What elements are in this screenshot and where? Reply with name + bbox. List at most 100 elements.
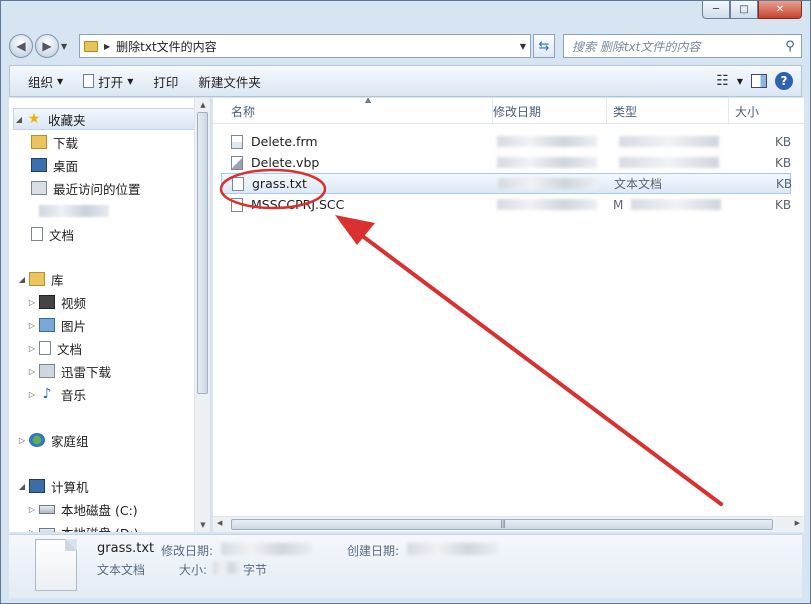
scroll-down-icon[interactable]: ▼ [195,521,210,529]
scroll-up-icon[interactable]: ▲ [195,101,210,109]
file-row-selected[interactable]: grass.txt 文本文档 KB [221,173,792,194]
search-icon[interactable]: ⚲ [779,39,801,54]
column-name-label: 名称 [231,104,256,119]
explorer-window: ─ □ ✕ ◀ ▶ ▼ ▶ 删除txt文件的内容 ▼ ⇆ 搜索 删除txt文件的… [0,0,811,604]
refresh-button[interactable]: ⇆ [533,34,555,58]
column-type[interactable]: 类型 [607,98,729,124]
column-name[interactable]: 名称 ▲ [225,98,493,124]
file-row[interactable]: MSSCCPRJ.SCC M KB [221,194,791,215]
details-size-unit: 字节 [243,563,268,577]
maximize-button[interactable]: □ [730,1,758,19]
open-button[interactable]: 打开 ▼ [73,72,143,91]
desktop-icon [31,158,47,172]
file-name: MSSCCPRJ.SCC [251,197,345,212]
navigation-scrollbar[interactable]: ▲ ▼ [194,98,210,532]
address-bar[interactable]: ▶ 删除txt文件的内容 ▼ [79,34,531,58]
organize-button[interactable]: 组织 ▼ [18,72,73,91]
details-file-type: 文本文档 [97,563,146,577]
horizontal-scrollbar[interactable]: ◀ ||| ▶ [213,516,804,532]
text-file-icon [232,176,244,191]
details-modified-label: 修改日期: [161,544,214,558]
organize-label: 组织 [28,74,54,90]
column-modified[interactable]: 修改日期 [487,98,607,124]
nav-desktop-label: 桌面 [53,158,79,174]
nav-documents[interactable]: ▷ 文档 [27,337,82,359]
expand-arrow-icon[interactable]: ▷ [27,344,37,353]
scrollbar-thumb[interactable] [197,112,208,394]
nav-computer[interactable]: ◢ 计算机 [17,475,89,497]
print-button[interactable]: 打印 [143,72,188,91]
scroll-right-icon[interactable]: ▶ [795,519,800,527]
column-modified-label: 修改日期 [493,104,542,119]
scroll-left-icon[interactable]: ◀ [217,519,222,527]
preview-pane-icon[interactable] [751,74,767,88]
forward-arrow-icon: ▶ [42,39,52,53]
nav-music-label: 音乐 [61,387,87,403]
collapse-arrow-icon[interactable]: ◢ [17,482,27,491]
nav-drive-c[interactable]: ▷ 本地磁盘 (C:) [27,498,138,520]
redacted-date [498,178,598,189]
expand-arrow-icon[interactable]: ▷ [27,390,37,399]
expand-arrow-icon[interactable]: ▷ [27,505,37,514]
file-name: Delete.vbp [251,155,320,170]
download-folder-icon [39,364,55,378]
computer-icon [29,479,45,493]
file-row[interactable]: Delete.vbp KB [221,152,791,173]
file-name: Delete.frm [251,134,318,149]
close-button[interactable]: ✕ [758,1,802,19]
redacted-type [631,199,721,210]
views-icon[interactable]: ☷ [716,73,729,89]
back-button[interactable]: ◀ [9,34,33,58]
nav-downloads-label: 下载 [53,135,79,151]
search-input[interactable]: 搜索 删除txt文件的内容 ⚲ [563,34,802,58]
nav-desktop[interactable]: 桌面 [29,154,78,176]
minimize-button[interactable]: ─ [702,1,730,19]
expand-arrow-icon[interactable]: ▷ [27,367,37,376]
music-note-icon: ♪ [42,386,52,402]
nav-homegroup[interactable]: ▷ 家庭组 [17,429,89,451]
views-dropdown-icon[interactable]: ▼ [737,77,743,86]
nav-pictures[interactable]: ▷ 图片 [27,314,86,336]
help-icon[interactable]: ? [775,72,793,90]
details-created-label: 创建日期: [347,544,400,558]
new-folder-button[interactable]: 新建文件夹 [188,72,271,91]
expand-arrow-icon[interactable]: ▷ [27,298,37,307]
nav-recent-label: 最近访问的位置 [53,181,141,197]
expand-arrow-icon[interactable]: ▷ [27,321,37,330]
picture-icon [39,318,55,332]
nav-recent[interactable]: 最近访问的位置 [29,177,141,199]
forward-button[interactable]: ▶ [35,34,59,58]
nav-libraries[interactable]: ◢ 库 [17,268,64,290]
nav-thunder[interactable]: ▷ 迅雷下载 [27,360,111,382]
nav-redacted-item[interactable] [39,200,109,222]
nav-favorites[interactable]: ◢ ★ 收藏夹 [13,108,195,130]
nav-documents-fav-label: 文档 [49,227,75,243]
nav-documents-fav[interactable]: 文档 [29,223,74,245]
nav-drive-d[interactable]: ▷ 本地磁盘 (D:) [27,521,139,532]
file-row[interactable]: Delete.frm KB [221,131,791,152]
nav-music[interactable]: ▷ ♪ 音乐 [27,383,86,405]
column-size-label: 大小 [735,104,760,119]
project-file-icon [231,155,243,170]
collapse-arrow-icon[interactable]: ◢ [17,275,27,284]
print-label: 打印 [153,74,179,90]
redacted-label [39,205,109,217]
hard-drive-icon [39,504,55,514]
details-file-name: grass.txt [97,541,155,556]
redacted-created-date [407,543,499,555]
nav-thunder-label: 迅雷下载 [61,364,112,380]
breadcrumb-arrow-icon[interactable]: ▶ [104,42,110,51]
collapse-arrow-icon[interactable]: ◢ [14,115,24,124]
recent-pages-dropdown[interactable]: ▼ [61,42,73,51]
nav-downloads[interactable]: 下载 [29,131,78,153]
scrollbar-thumb[interactable]: ||| [231,519,773,530]
address-dropdown-icon[interactable]: ▼ [516,42,530,51]
column-headers: 名称 ▲ 修改日期 类型 大小 [213,98,804,124]
expand-arrow-icon[interactable]: ▷ [27,528,37,533]
breadcrumb-current[interactable]: 删除txt文件的内容 [116,38,516,55]
back-arrow-icon: ◀ [16,39,26,53]
nav-videos[interactable]: ▷ 视频 [27,291,86,313]
redacted-size [213,562,241,574]
column-size[interactable]: 大小 [729,98,804,124]
expand-arrow-icon[interactable]: ▷ [17,436,27,445]
